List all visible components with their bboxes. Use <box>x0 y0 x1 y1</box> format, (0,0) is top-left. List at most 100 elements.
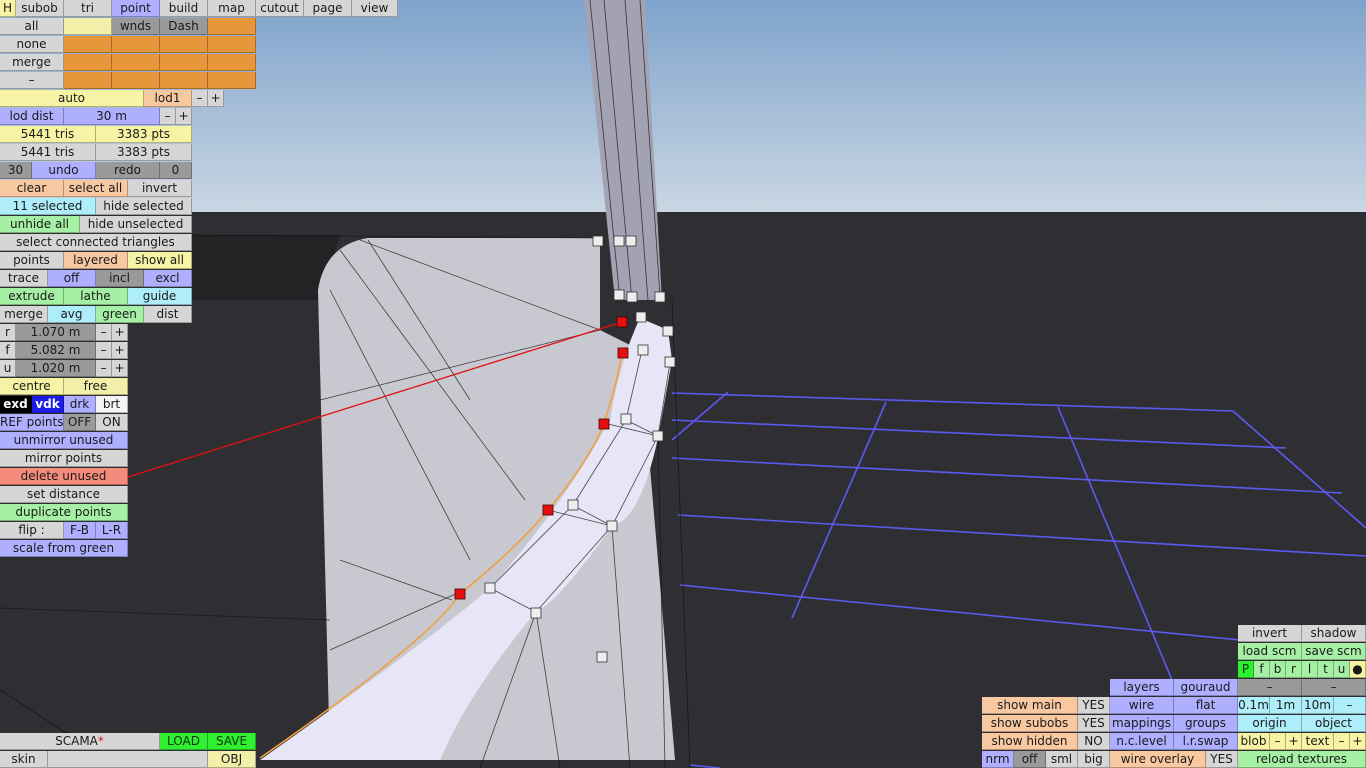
view-dot-button[interactable]: ● <box>1350 661 1366 678</box>
wire-button[interactable]: wire <box>1110 697 1174 714</box>
ref-off-button[interactable]: OFF <box>64 414 96 431</box>
group-slot[interactable] <box>160 36 208 53</box>
group-slot[interactable] <box>208 36 256 53</box>
scale-minus-button[interactable]: – <box>1334 697 1366 714</box>
tab-point[interactable]: point <box>112 0 160 17</box>
param-u-plus[interactable]: + <box>112 360 128 377</box>
view-u-button[interactable]: u <box>1334 661 1350 678</box>
dash-button-1[interactable]: – <box>1238 679 1302 696</box>
nrm-button[interactable]: nrm <box>982 751 1014 768</box>
tab-subob[interactable]: subob <box>16 0 64 17</box>
duplicate-points-button[interactable]: duplicate points <box>0 504 128 521</box>
scale-from-green-button[interactable]: scale from green <box>0 540 128 557</box>
save-scm-button[interactable]: save scm <box>1302 643 1366 660</box>
scale-0-1m-button[interactable]: 0.1m <box>1238 697 1270 714</box>
nrm-off-button[interactable]: off <box>1014 751 1046 768</box>
minus-button[interactable]: – <box>0 72 64 89</box>
param-u-minus[interactable]: – <box>96 360 112 377</box>
skin-name-field[interactable] <box>48 751 208 768</box>
group-slot[interactable] <box>112 54 160 71</box>
lod-dist-minus-button[interactable]: – <box>160 108 176 125</box>
guide-button[interactable]: guide <box>128 288 192 305</box>
obj-button[interactable]: OBJ <box>208 751 256 768</box>
trace-off-button[interactable]: off <box>48 270 96 287</box>
lod1-button[interactable]: lod1 <box>144 90 192 107</box>
mappings-button[interactable]: mappings <box>1110 715 1174 732</box>
skin-button[interactable]: skin <box>0 751 48 768</box>
group-slot[interactable] <box>64 18 112 35</box>
select-all-points-button[interactable]: select all <box>64 180 128 197</box>
ref-on-button[interactable]: ON <box>96 414 128 431</box>
group-slot[interactable] <box>208 54 256 71</box>
trace-incl-button[interactable]: incl <box>96 270 144 287</box>
group-slot[interactable] <box>112 72 160 89</box>
merge-points-button[interactable]: merge <box>0 306 48 323</box>
flat-button[interactable]: flat <box>1174 697 1238 714</box>
load-button[interactable]: LOAD <box>160 733 208 750</box>
set-distance-button[interactable]: set distance <box>0 486 128 503</box>
text-minus-button[interactable]: – <box>1334 733 1350 750</box>
view-b-button[interactable]: b <box>1270 661 1286 678</box>
param-f-minus[interactable]: – <box>96 342 112 359</box>
show-all-button[interactable]: show all <box>128 252 192 269</box>
drk-button[interactable]: drk <box>64 396 96 413</box>
save-button[interactable]: SAVE <box>208 733 256 750</box>
3d-viewport[interactable] <box>0 0 1366 768</box>
show-subobs-toggle[interactable]: YES <box>1078 715 1110 732</box>
param-r-value[interactable]: 1.070 m <box>16 324 96 341</box>
group-slot[interactable] <box>208 18 256 35</box>
tab-page[interactable]: page <box>304 0 352 17</box>
group-slot[interactable] <box>160 54 208 71</box>
nrm-big-button[interactable]: big <box>1078 751 1110 768</box>
group-slot[interactable] <box>64 54 112 71</box>
param-u-value[interactable]: 1.020 m <box>16 360 96 377</box>
param-r-plus[interactable]: + <box>112 324 128 341</box>
centre-button[interactable]: centre <box>0 378 64 395</box>
lod-plus-button[interactable]: + <box>208 90 224 107</box>
object-button[interactable]: object <box>1302 715 1366 732</box>
blob-plus-button[interactable]: + <box>1286 733 1302 750</box>
select-none-button[interactable]: none <box>0 36 64 53</box>
trace-button[interactable]: trace <box>0 270 48 287</box>
redo-button[interactable]: redo <box>96 162 160 179</box>
undo-button[interactable]: undo <box>32 162 96 179</box>
merge-groups-button[interactable]: merge <box>0 54 64 71</box>
groups-button[interactable]: groups <box>1174 715 1238 732</box>
lathe-button[interactable]: lathe <box>64 288 128 305</box>
group-slot[interactable] <box>64 36 112 53</box>
text-plus-button[interactable]: + <box>1350 733 1366 750</box>
hide-unselected-button[interactable]: hide unselected <box>80 216 192 233</box>
flip-lr-button[interactable]: L-R <box>96 522 128 539</box>
trace-excl-button[interactable]: excl <box>144 270 192 287</box>
view-r-button[interactable]: r <box>1286 661 1302 678</box>
delete-unused-button[interactable]: delete unused <box>0 468 128 485</box>
param-f-value[interactable]: 5.082 m <box>16 342 96 359</box>
group-slot[interactable] <box>208 72 256 89</box>
clear-button[interactable]: clear <box>0 180 64 197</box>
invert-selection-button[interactable]: invert <box>128 180 192 197</box>
group-slot[interactable] <box>112 36 160 53</box>
mirror-points-button[interactable]: mirror points <box>0 450 128 467</box>
exd-button[interactable]: exd <box>0 396 32 413</box>
param-f-plus[interactable]: + <box>112 342 128 359</box>
lod-dist-plus-button[interactable]: + <box>176 108 192 125</box>
avg-button[interactable]: avg <box>48 306 96 323</box>
layers-button[interactable]: layers <box>1110 679 1174 696</box>
file-name[interactable]: SCAMA* <box>0 733 160 750</box>
param-r-minus[interactable]: – <box>96 324 112 341</box>
dash-button[interactable]: Dash <box>160 18 208 35</box>
unhide-all-button[interactable]: unhide all <box>0 216 80 233</box>
brt-button[interactable]: brt <box>96 396 128 413</box>
nrm-sml-button[interactable]: sml <box>1046 751 1078 768</box>
flip-fb-button[interactable]: F-B <box>64 522 96 539</box>
tab-tri[interactable]: tri <box>64 0 112 17</box>
select-connected-triangles-button[interactable]: select connected triangles <box>0 234 192 251</box>
dash-button-2[interactable]: – <box>1302 679 1366 696</box>
tab-build[interactable]: build <box>160 0 208 17</box>
lod-auto-button[interactable]: auto <box>0 90 144 107</box>
layered-button[interactable]: layered <box>64 252 128 269</box>
view-t-button[interactable]: t <box>1318 661 1334 678</box>
green-button[interactable]: green <box>96 306 144 323</box>
select-all-button[interactable]: all <box>0 18 64 35</box>
tab-map[interactable]: map <box>208 0 256 17</box>
